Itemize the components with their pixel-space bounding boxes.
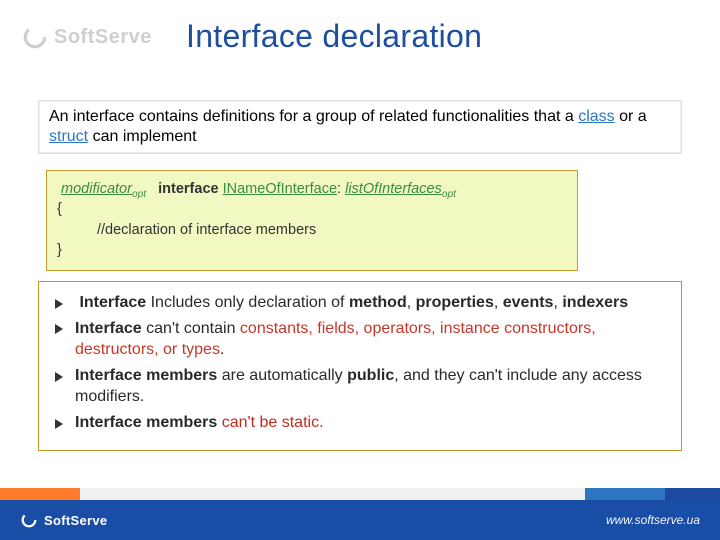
syntax-box: modificatoropt interface INameOfInterfac… [46,170,578,271]
syntax-interface-name: INameOfInterface [223,181,337,197]
brand-logo-top-text: SoftServe [54,26,152,49]
syntax-comment: //declaration of interface members [57,220,567,240]
stripe-blue-3 [665,488,720,500]
rules-box: Interface Includes only declaration of m… [38,281,682,451]
syntax-line-1: modificatoropt interface INameOfInterfac… [57,179,567,199]
class-link[interactable]: class [578,108,614,125]
rule-item-4: Interface members can't be static. [55,412,669,434]
stripe-blue-1 [585,488,625,500]
footer: SoftServe www.softserve.ua [0,488,720,540]
brand-logo-footer: SoftServe [20,511,107,529]
footer-url: www.softserve.ua [606,513,700,527]
syntax-colon: : [337,181,341,197]
rule-item-2: Interface can't contain constants, field… [55,318,669,361]
slide-title: Interface declaration [186,18,482,55]
brand-logo-footer-text: SoftServe [44,513,107,528]
struct-link[interactable]: struct [49,128,88,145]
syntax-modificator: modificator [61,181,132,197]
footer-bar: SoftServe www.softserve.ua [0,500,720,540]
definition-text-prefix: An interface contains definitions for a … [49,108,578,125]
swirl-icon [22,24,48,50]
definition-box: An interface contains definitions for a … [38,100,682,154]
stripe-orange [0,488,80,500]
definition-text-suffix: can implement [93,128,197,145]
syntax-brace-open: { [57,199,567,219]
rules-list: Interface Includes only declaration of m… [55,292,669,434]
stripe-blue-2 [625,488,665,500]
footer-stripe [0,488,720,500]
swirl-icon [20,511,38,529]
syntax-list-of-interfaces: listOfInterfaces [345,181,442,197]
rule-item-3: Interface members are automatically publ… [55,365,669,408]
brand-logo-top: SoftServe [22,24,152,50]
syntax-loi-opt: opt [442,189,456,200]
rule-item-1: Interface Includes only declaration of m… [55,292,669,314]
stripe-gray [80,488,585,500]
syntax-keyword: interface [158,181,218,197]
syntax-modificator-opt: opt [132,189,146,200]
definition-text-mid: or a [619,108,647,125]
syntax-brace-close: } [57,240,567,260]
